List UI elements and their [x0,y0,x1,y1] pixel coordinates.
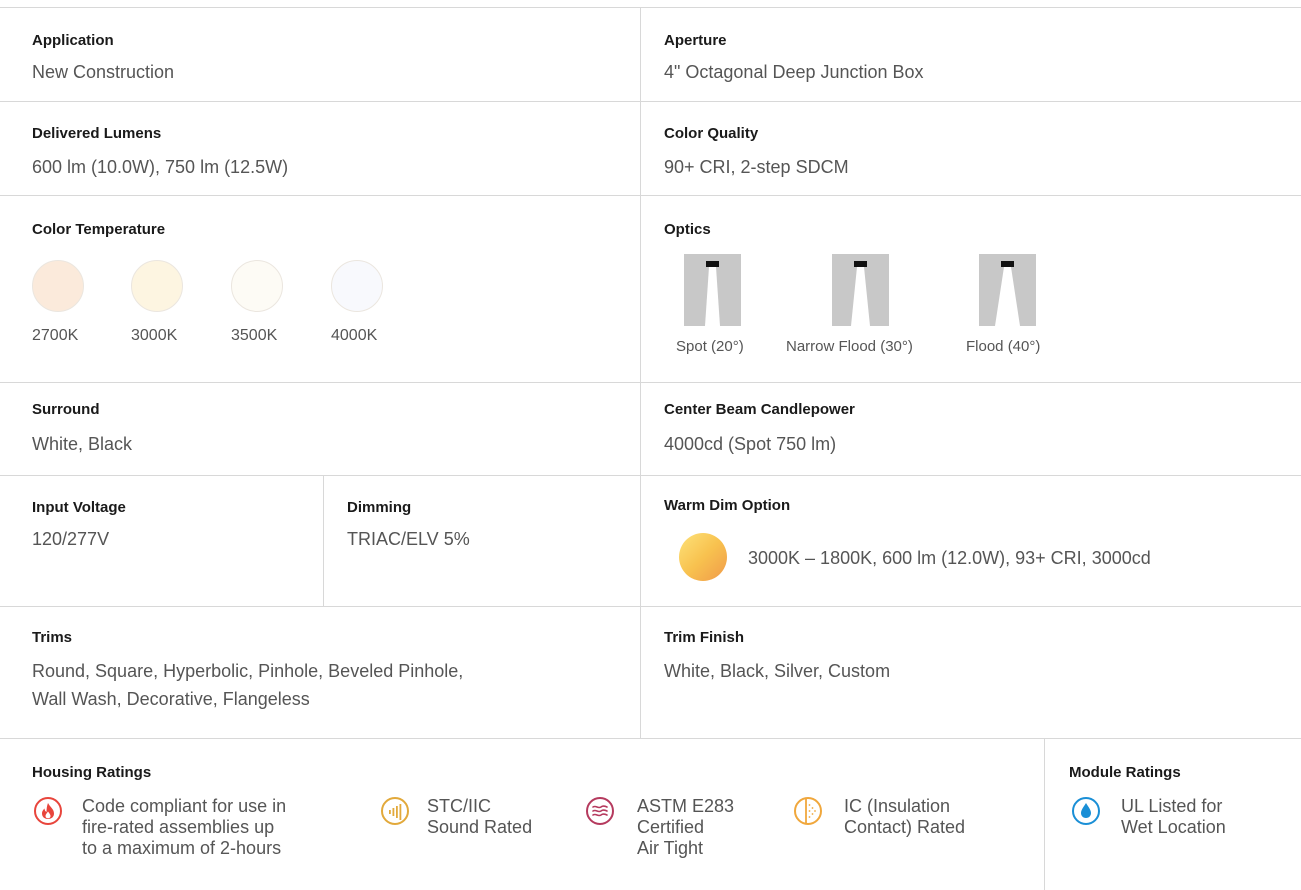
module-rating-text: UL Listed for Wet Location [1121,796,1226,837]
optic-label: Flood (40°) [966,338,1041,355]
color-quality-value: 90+ CRI, 2-step SDCM [664,157,849,177]
divider [0,195,1301,196]
color-swatch-3500k [231,260,283,312]
warm-dim-swatch [679,533,727,581]
divider [323,475,324,606]
color-swatch-label: 4000K [331,327,378,344]
trim-finish-label: Trim Finish [664,629,745,646]
dimming-value: TRIAC/ELV 5% [347,529,470,549]
optic-label: Spot (20°) [676,338,744,355]
color-swatch-label: 3000K [131,327,178,344]
surround-value: White, Black [32,434,133,454]
spot-beam-icon [684,254,741,326]
divider [640,7,641,738]
delivered-lumens-value: 600 lm (10.0W), 750 lm (12.5W) [32,157,289,177]
water-drop-icon [1071,796,1101,826]
divider [0,738,1301,739]
color-quality-label: Color Quality [664,125,759,142]
dimming-label: Dimming [347,499,412,516]
module-ratings-label: Module Ratings [1069,764,1181,781]
optics-label: Optics [664,221,711,238]
air-icon [585,796,615,826]
divider [1044,738,1045,890]
application-label: Application [32,32,114,49]
housing-rating-text: ASTM E283 Certified Air Tight [637,796,735,858]
housing-rating-text: STC/IIC Sound Rated [427,796,533,837]
flood-beam-icon [979,254,1036,326]
center-beam-candlepower-label: Center Beam Candlepower [664,401,855,418]
aperture-value: 4" Octagonal Deep Junction Box [664,62,924,82]
housing-ratings-label: Housing Ratings [32,764,152,781]
trims-label: Trims [32,629,73,646]
aperture-label: Aperture [664,32,727,49]
divider [0,475,1301,476]
input-voltage-value: 120/277V [32,529,110,549]
application-value: New Construction [32,62,175,82]
optic-label: Narrow Flood (30°) [786,338,913,355]
divider [0,101,1301,102]
warm-dim-option-label: Warm Dim Option [664,497,791,514]
insulation-icon [793,796,823,826]
color-swatch-3000k [131,260,183,312]
trims-value-line-1: Round, Square, Hyperbolic, Pinhole, Beve… [32,661,464,681]
color-swatch-4000k [331,260,383,312]
color-swatch-2700k [32,260,84,312]
housing-rating-text: IC (Insulation Contact) Rated [844,796,966,837]
center-beam-candlepower-value: 4000cd (Spot 750 lm) [664,434,837,454]
color-swatch-label: 3500K [231,327,278,344]
flame-icon [33,796,63,826]
color-temperature-label: Color Temperature [32,221,166,238]
narrow-flood-beam-icon [832,254,889,326]
delivered-lumens-label: Delivered Lumens [32,125,162,142]
warm-dim-option-value: 3000K – 1800K, 600 lm (12.0W), 93+ CRI, … [748,548,1151,568]
sound-icon [380,796,410,826]
trims-value-line-2: Wall Wash, Decorative, Flangeless [32,689,310,709]
housing-rating-text: Code compliant for use in fire-rated ass… [82,796,287,858]
divider [0,606,1301,607]
input-voltage-label: Input Voltage [32,499,126,516]
color-swatch-label: 2700K [32,327,79,344]
divider [0,7,1301,8]
trim-finish-value: White, Black, Silver, Custom [664,661,891,681]
divider [0,382,1301,383]
surround-label: Surround [32,401,100,418]
